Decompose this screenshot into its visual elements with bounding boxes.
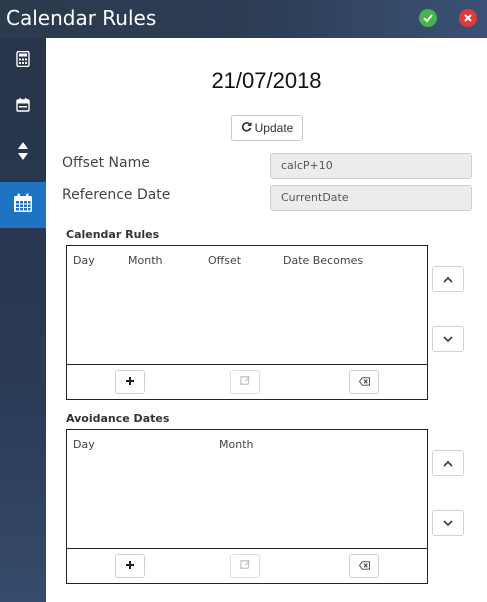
sidebar-item-sort[interactable] xyxy=(0,130,46,176)
calendar-small-icon xyxy=(16,97,30,117)
avoidance-dates-table: Day Month xyxy=(66,429,428,584)
title-bar: Calendar Rules xyxy=(0,0,487,38)
avoidance-dates-toolbar xyxy=(67,549,427,583)
sidebar-item-calculator[interactable] xyxy=(0,38,46,84)
update-button[interactable]: Update xyxy=(231,115,303,141)
main-content: 21/07/2018 Update Offset Name calcP+10 R… xyxy=(46,38,487,602)
sidebar-item-calendar[interactable] xyxy=(0,84,46,130)
chevron-up-icon xyxy=(443,270,453,288)
offset-name-label: Offset Name xyxy=(62,155,150,171)
rules-move-down-button[interactable] xyxy=(432,326,464,352)
reference-date-label: Reference Date xyxy=(62,187,171,203)
column-header-month[interactable]: Month xyxy=(219,438,253,451)
calendar-rules-table-body: Day Month Offset Date Becomes xyxy=(67,246,427,365)
edit-rule-button[interactable] xyxy=(230,370,260,394)
backspace-icon xyxy=(358,557,370,575)
delete-rule-button[interactable] xyxy=(349,370,379,394)
avoidance-move-up-button[interactable] xyxy=(432,450,464,476)
edit-icon xyxy=(239,557,251,575)
avoidance-dates-table-body: Day Month xyxy=(67,430,427,549)
rules-move-up-button[interactable] xyxy=(432,266,464,292)
plus-icon xyxy=(125,557,135,575)
backspace-icon xyxy=(358,373,370,391)
calendar-grid-icon xyxy=(13,193,33,218)
calculator-icon xyxy=(16,50,30,72)
calendar-rules-toolbar xyxy=(67,365,427,399)
column-header-month[interactable]: Month xyxy=(128,254,162,267)
add-avoidance-date-button[interactable] xyxy=(115,554,145,578)
edit-avoidance-date-button[interactable] xyxy=(230,554,260,578)
avoidance-dates-title: Avoidance Dates xyxy=(66,412,170,425)
up-down-arrows-icon xyxy=(17,141,29,165)
column-header-date-becomes[interactable]: Date Becomes xyxy=(283,254,363,267)
chevron-down-icon xyxy=(443,514,453,532)
column-header-day[interactable]: Day xyxy=(73,438,95,451)
offset-name-field[interactable]: calcP+10 xyxy=(270,153,472,179)
calendar-rules-title: Calendar Rules xyxy=(66,228,160,241)
sidebar-item-calendar-rules[interactable] xyxy=(0,182,46,228)
update-button-label: Update xyxy=(254,121,294,135)
plus-icon xyxy=(125,373,135,391)
window-title: Calendar Rules xyxy=(6,6,157,30)
close-circle-icon[interactable] xyxy=(459,9,477,27)
calendar-rules-table: Day Month Offset Date Becomes xyxy=(66,245,428,400)
column-header-day[interactable]: Day xyxy=(73,254,95,267)
edit-icon xyxy=(239,373,251,391)
date-heading: 21/07/2018 xyxy=(211,68,322,93)
sidebar xyxy=(0,38,46,602)
column-header-offset[interactable]: Offset xyxy=(208,254,241,267)
reference-date-field[interactable]: CurrentDate xyxy=(270,185,472,211)
refresh-icon xyxy=(241,121,252,135)
avoidance-move-down-button[interactable] xyxy=(432,510,464,536)
delete-avoidance-date-button[interactable] xyxy=(349,554,379,578)
chevron-up-icon xyxy=(443,454,453,472)
chevron-down-icon xyxy=(443,330,453,348)
add-rule-button[interactable] xyxy=(115,370,145,394)
check-circle-icon[interactable] xyxy=(419,9,437,27)
